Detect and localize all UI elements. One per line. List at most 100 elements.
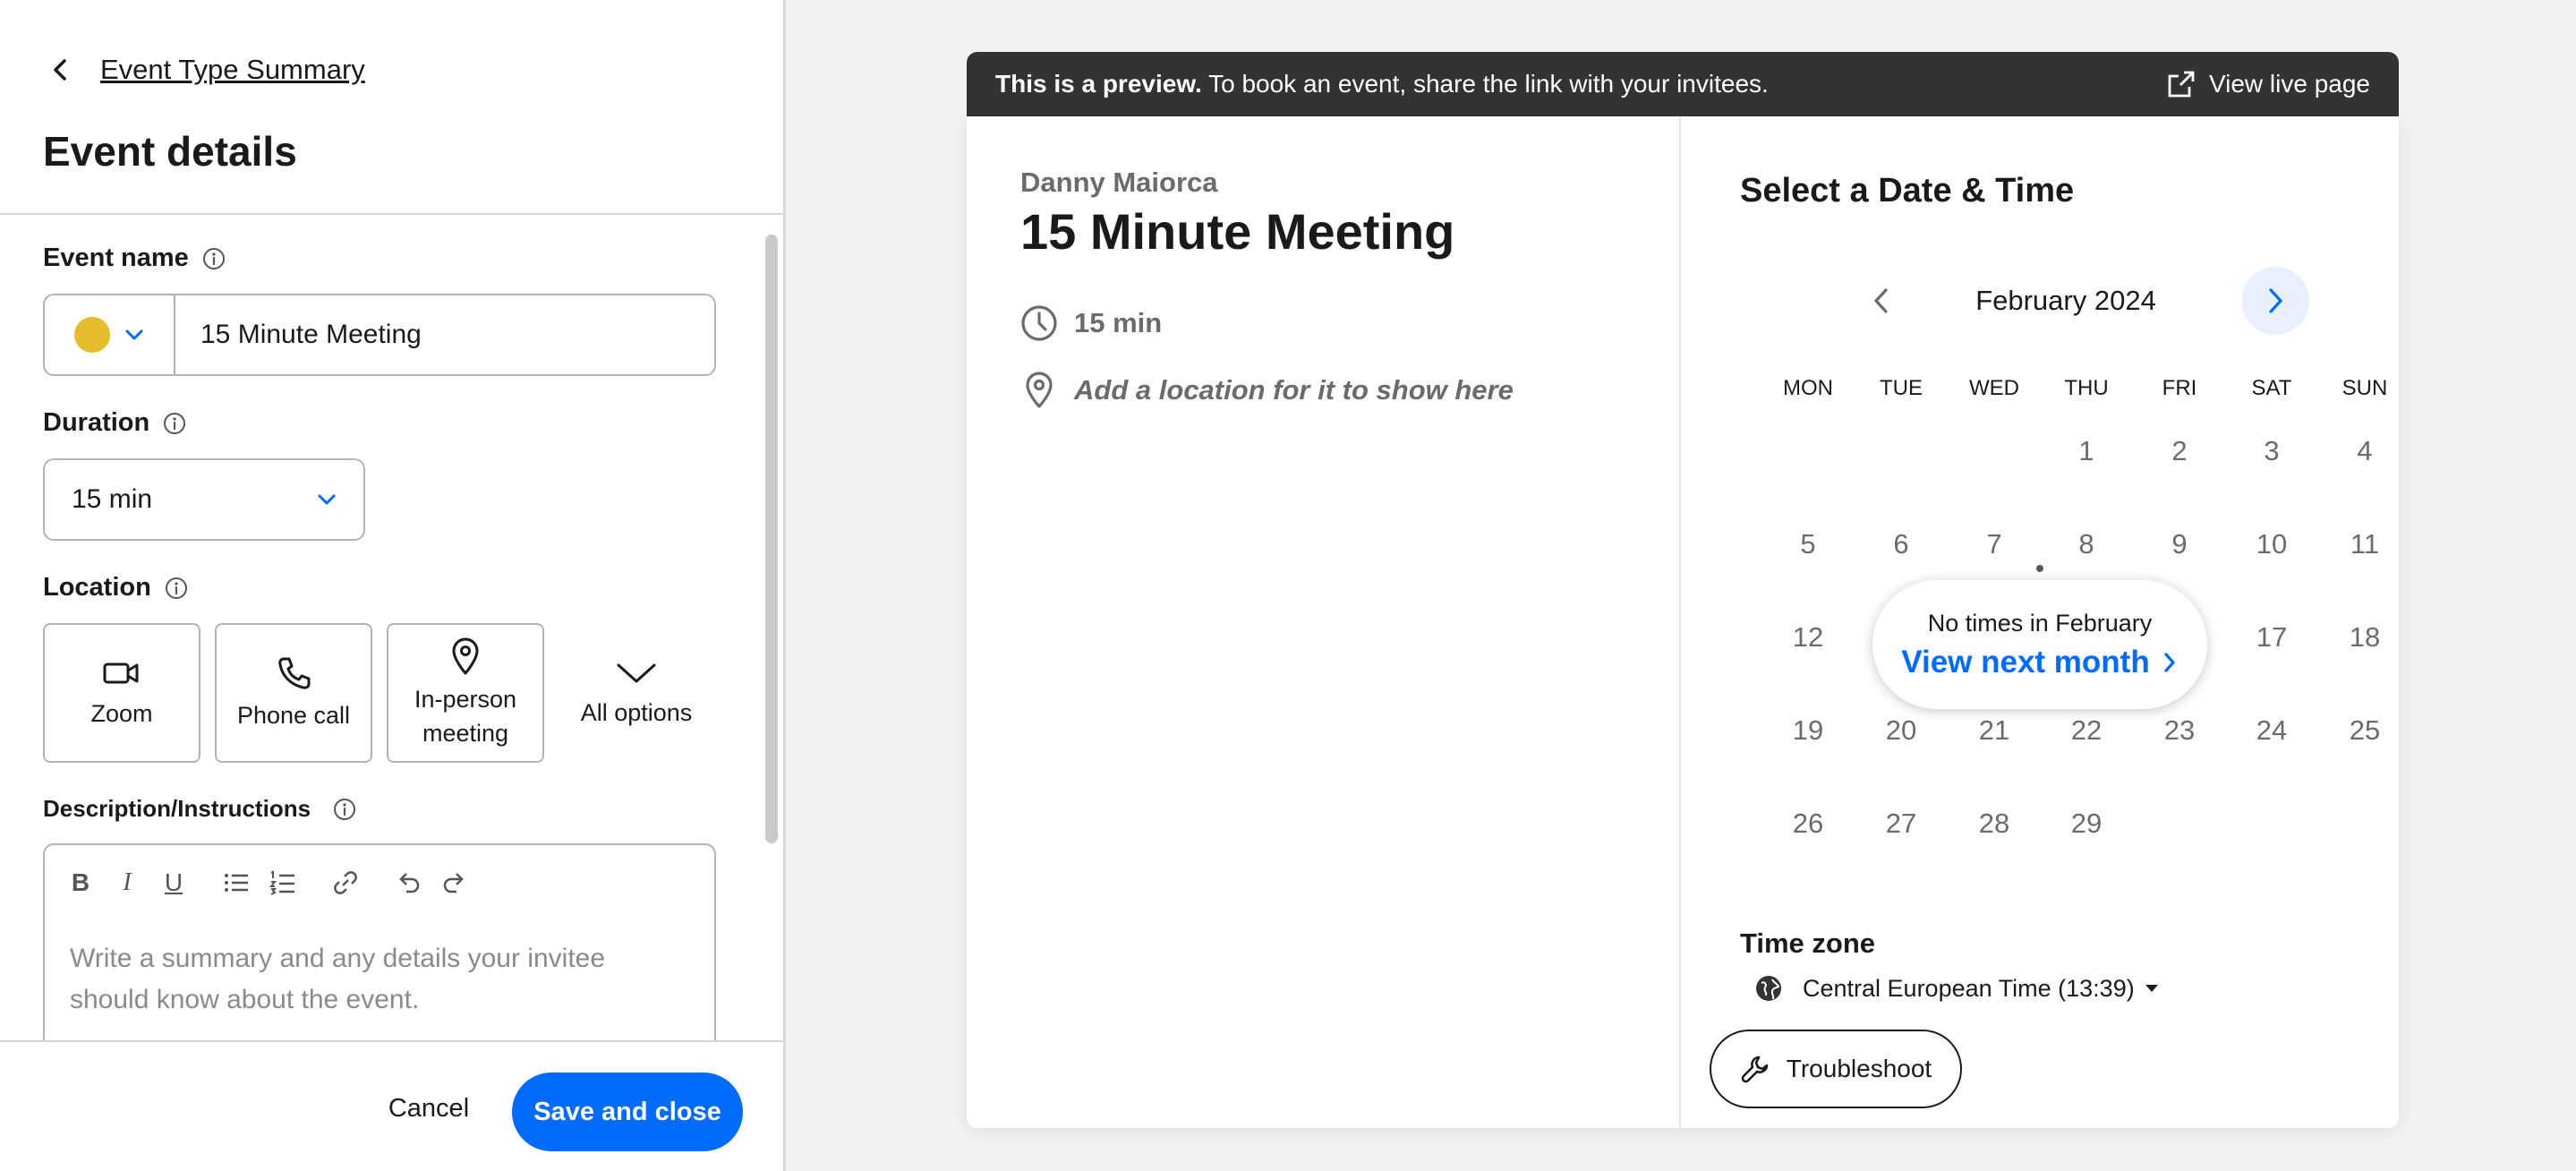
event-color-swatch bbox=[74, 317, 110, 353]
weekday-label: WED bbox=[1969, 376, 2019, 400]
color-picker[interactable] bbox=[45, 295, 175, 374]
description-editor: B I U Write a summary and any details yo… bbox=[43, 843, 716, 1058]
calendar-day: 17 bbox=[2256, 621, 2288, 653]
troubleshoot-button[interactable]: Troubleshoot bbox=[1710, 1030, 1962, 1108]
duration-select[interactable]: 15 min bbox=[43, 458, 365, 541]
chevron-down-icon bbox=[617, 663, 656, 682]
phone-icon bbox=[278, 657, 311, 689]
calendar-day: 11 bbox=[2350, 528, 2380, 560]
preview-banner-rest: To book an event, share the link with yo… bbox=[1201, 70, 1769, 98]
weekday-label: THU bbox=[2064, 376, 2109, 400]
preview-banner-bold: This is a preview. bbox=[995, 70, 1202, 98]
previous-month-button[interactable] bbox=[1851, 270, 1912, 331]
duration-label-row: Duration bbox=[43, 408, 187, 438]
duration-label: Duration bbox=[43, 408, 150, 437]
view-live-page-link[interactable]: View live page bbox=[2166, 69, 2370, 99]
info-icon[interactable] bbox=[164, 576, 189, 601]
info-icon[interactable] bbox=[201, 246, 226, 271]
location-hint: Add a location for it to show here bbox=[1074, 374, 1514, 406]
description-input[interactable]: Write a summary and any details your inv… bbox=[70, 938, 678, 1021]
back-link[interactable]: Event Type Summary bbox=[43, 52, 365, 88]
chevron-left-icon bbox=[1874, 288, 1888, 313]
calendar-day: 2 bbox=[2171, 435, 2188, 466]
bullet-list-icon[interactable] bbox=[222, 868, 251, 897]
calendar-day: 19 bbox=[1792, 714, 1824, 746]
event-name-label: Event name bbox=[43, 244, 189, 272]
next-month-button[interactable] bbox=[2241, 267, 2309, 335]
location-option-label: In-person meeting bbox=[414, 686, 517, 747]
calendar-day: 20 bbox=[1885, 714, 1917, 746]
chevron-left-icon bbox=[54, 59, 66, 81]
chevron-down-icon bbox=[318, 494, 336, 505]
underline-icon[interactable]: U bbox=[159, 868, 188, 897]
duration-meta: 15 min bbox=[1020, 304, 1162, 342]
no-times-popover: No times in February View next month bbox=[1872, 580, 2207, 709]
back-link-label: Event Type Summary bbox=[100, 54, 365, 85]
panel-header: Event Type Summary Event details bbox=[0, 0, 783, 215]
location-label-row: Location bbox=[43, 573, 189, 603]
weekday-label: SAT bbox=[2251, 376, 2292, 400]
calendar-day: 25 bbox=[2349, 714, 2381, 746]
timezone-label: Time zone bbox=[1740, 927, 1876, 959]
panel-footer: Cancel Save and close bbox=[0, 1040, 783, 1171]
no-times-message: No times in February bbox=[1927, 609, 2153, 637]
calendar-day: 6 bbox=[1893, 528, 1909, 560]
weekday-label: FRI bbox=[2162, 376, 2197, 400]
weekday-label: MON bbox=[1783, 376, 1833, 400]
bold-icon[interactable]: B bbox=[66, 868, 95, 897]
event-name-input[interactable]: 15 Minute Meeting bbox=[175, 320, 422, 350]
troubleshoot-label: Troubleshoot bbox=[1786, 1055, 1932, 1082]
redo-icon[interactable] bbox=[440, 868, 469, 897]
location-option-phone[interactable]: Phone call bbox=[215, 623, 372, 763]
italic-icon[interactable]: I bbox=[113, 868, 141, 897]
booking-preview-card: Danny Maiorca 15 Minute Meeting 15 min A… bbox=[967, 116, 2399, 1128]
calendar-day-today: 8 bbox=[2078, 528, 2094, 560]
location-option-label: Zoom bbox=[90, 700, 153, 727]
clock-icon bbox=[1021, 305, 1057, 341]
month-navigation: February 2024 bbox=[1851, 267, 2343, 335]
calendar-day: 5 bbox=[1800, 528, 1816, 560]
page-title: Event details bbox=[43, 128, 297, 175]
calendar-day: 3 bbox=[2264, 435, 2280, 466]
event-name-label-row: Event name bbox=[43, 244, 226, 273]
location-all-options[interactable]: All options bbox=[560, 623, 712, 763]
info-icon[interactable] bbox=[162, 411, 187, 436]
location-option-zoom[interactable]: Zoom bbox=[43, 623, 200, 763]
timezone-select[interactable]: Central European Time (13:39) bbox=[1754, 974, 2160, 1003]
info-icon[interactable] bbox=[332, 797, 357, 822]
link-icon[interactable] bbox=[331, 868, 360, 897]
timezone-value: Central European Time (13:39) bbox=[1803, 974, 2135, 1002]
calendar-day: 7 bbox=[1986, 528, 2002, 560]
cancel-button[interactable]: Cancel bbox=[372, 1073, 485, 1144]
view-next-month-link[interactable]: View next month bbox=[1901, 645, 2178, 680]
description-label: Description/Instructions bbox=[43, 795, 311, 822]
scrollbar[interactable] bbox=[765, 235, 778, 843]
calendar-day: 21 bbox=[1978, 714, 2010, 746]
calendar-day: 26 bbox=[1792, 808, 1824, 839]
divider bbox=[1679, 116, 1681, 1128]
description-label-row: Description/Instructions bbox=[43, 795, 357, 823]
external-link-icon bbox=[2168, 71, 2195, 98]
duration-value: 15 min bbox=[72, 484, 153, 514]
view-next-month-label: View next month bbox=[1901, 644, 2150, 680]
chevron-right-icon bbox=[2164, 652, 2175, 672]
map-pin-icon bbox=[1026, 372, 1053, 408]
calendar-day: 23 bbox=[2163, 714, 2196, 746]
calendar-day: 1 bbox=[2078, 435, 2094, 466]
location-option-in-person[interactable]: In-person meeting bbox=[387, 623, 544, 763]
month-label: February 2024 bbox=[1975, 285, 2156, 316]
calendar-title: Select a Date & Time bbox=[1740, 172, 2075, 209]
undo-icon[interactable] bbox=[394, 868, 422, 897]
numbered-list-icon[interactable] bbox=[269, 868, 297, 897]
preview-banner-text: This is a preview. To book an event, sha… bbox=[995, 70, 1769, 98]
map-pin-icon bbox=[452, 637, 479, 675]
calendar-day: 10 bbox=[2256, 528, 2288, 560]
location-meta: Add a location for it to show here bbox=[1020, 371, 1514, 410]
calendar-day: 22 bbox=[2070, 714, 2103, 746]
location-option-label: Phone call bbox=[236, 702, 351, 729]
save-and-close-button[interactable]: Save and close bbox=[512, 1073, 743, 1151]
calendar-day: 4 bbox=[2357, 435, 2373, 466]
chevron-down-icon bbox=[125, 329, 143, 340]
chevron-right-icon bbox=[2269, 288, 2282, 313]
editor-toolbar: B I U bbox=[66, 868, 487, 897]
